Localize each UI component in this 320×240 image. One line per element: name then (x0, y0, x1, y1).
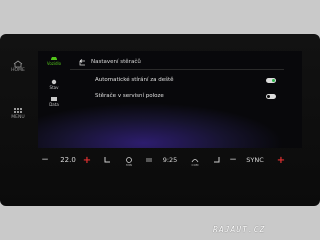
home-label: HOME (11, 68, 25, 73)
clock-time: 9:25 (162, 156, 178, 164)
rain-wipe-toggle[interactable] (266, 78, 276, 83)
seat-heat-right-icon (214, 156, 220, 162)
recirc-label: COM (191, 163, 199, 167)
setting-service-position-label: Stěrače v servisní poloze (95, 93, 164, 99)
seat-heat-button[interactable] (100, 152, 114, 168)
setting-rain-wipe-label: Automatické stírání za deště (95, 77, 174, 83)
service-position-toggle[interactable] (266, 94, 276, 99)
tab-stav[interactable]: Stav (42, 79, 66, 90)
airflow-button[interactable] (142, 152, 156, 168)
right-temp-up-button[interactable]: + (276, 152, 286, 168)
left-temp-value: 22.0 (60, 156, 76, 164)
tab-vozidlo[interactable]: Vozidlo (42, 55, 66, 66)
seat-heat-right-button[interactable] (210, 152, 224, 168)
back-arrow-icon[interactable] (77, 59, 87, 67)
temp-up-button[interactable]: + (82, 152, 92, 168)
right-temp-down-button[interactable]: − (228, 152, 238, 168)
fan-level-label: MIN (126, 163, 132, 167)
climate-bar: − 22.0 + MIN 9:25 COM − SYNC + (38, 152, 302, 168)
menu-button[interactable]: MENU (8, 107, 28, 120)
header-divider (70, 69, 284, 70)
watermark: RAJAUT.CZ (213, 225, 266, 234)
temp-down-button[interactable]: − (40, 152, 50, 168)
settings-tabs: Vozidlo Stav Data (42, 54, 66, 124)
menu-grid-icon (14, 108, 22, 113)
tab-data[interactable]: Data (42, 96, 66, 107)
home-icon (13, 60, 23, 68)
fan-button[interactable]: MIN (122, 152, 136, 168)
page-title: Nastavení stěračů (91, 59, 141, 65)
home-button[interactable]: HOME (8, 60, 28, 73)
sync-button[interactable]: SYNC (244, 152, 266, 168)
recirc-button[interactable]: COM (188, 152, 202, 168)
menu-label: MENU (11, 115, 25, 120)
airflow-icon (146, 158, 152, 161)
seat-heat-icon (104, 156, 110, 162)
